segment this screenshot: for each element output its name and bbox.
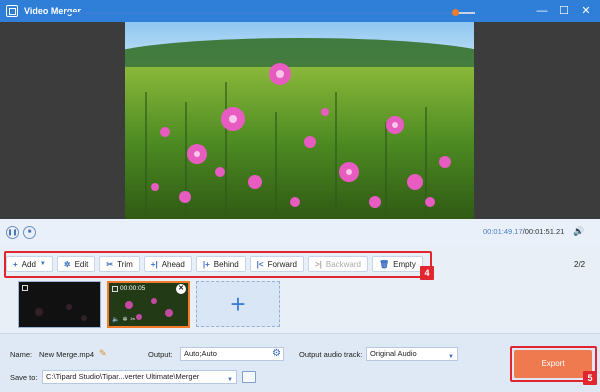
output-format-value: Auto;Auto: [184, 349, 217, 358]
progress-slider[interactable]: [65, 9, 475, 16]
output-format-field[interactable]: Auto;Auto: [180, 347, 284, 361]
window-title: Video Merger: [24, 6, 81, 16]
folder-icon[interactable]: [242, 371, 256, 383]
save-path-select[interactable]: C:\Tipard Studio\Tipar...verter Ultimate…: [42, 370, 237, 384]
flower-field-image: [125, 22, 474, 219]
total-time: /00:01:51.21: [522, 227, 565, 236]
progress-fill: [65, 12, 455, 14]
name-value: New Merge.mp4: [39, 350, 95, 359]
chevron-down-icon: ▼: [448, 354, 454, 360]
page-count: 2/2: [574, 260, 586, 269]
clip-thumbnail-selected[interactable]: 00:00:05 ✕ 🔈✲✂: [107, 281, 190, 328]
merge-app-icon: [6, 5, 18, 17]
clip-dark-preview: [35, 304, 87, 321]
current-time: 00:01:49.17: [483, 227, 523, 236]
clip-strip: 00:00:05 ✕ 🔈✲✂: [0, 278, 600, 330]
minimize-button[interactable]: —: [534, 3, 550, 19]
audio-track-label: Output audio track:: [299, 350, 363, 359]
time-display: 00:01:49.17/00:01:51.21: [483, 227, 564, 236]
pause-icon[interactable]: ❚❚: [6, 225, 19, 239]
rename-pencil-icon[interactable]: ✎: [99, 348, 107, 359]
save-to-label: Save to:: [10, 373, 38, 382]
save-path-value: C:\Tipard Studio\Tipar...verter Ultimate…: [46, 372, 200, 381]
toolbar-highlight: [4, 251, 432, 278]
remove-clip-icon[interactable]: ✕: [176, 284, 186, 294]
gear-icon[interactable]: ⚙: [272, 348, 281, 359]
clip-actions[interactable]: 🔈✲✂: [112, 316, 139, 323]
audio-track-select[interactable]: Original Audio ▼: [366, 347, 458, 361]
chevron-down-icon: ▼: [227, 377, 233, 383]
clip-thumbnail[interactable]: [18, 281, 101, 328]
maximize-button[interactable]: ☐: [556, 3, 572, 19]
name-label: Name:: [10, 350, 33, 359]
clip-info-icon: [112, 286, 118, 292]
volume-icon[interactable]: 🔊: [573, 226, 585, 237]
preview-frame: [125, 22, 474, 219]
audio-track-value: Original Audio: [370, 349, 417, 358]
stop-icon[interactable]: ■: [23, 225, 36, 239]
step-badge-5: 5: [583, 371, 597, 385]
clip-duration: 00:00:05: [120, 285, 146, 292]
title-bar: Video Merger — ☐ ✕: [0, 0, 600, 22]
output-label: Output:: [148, 350, 173, 359]
video-preview: [0, 22, 600, 219]
add-clip-button[interactable]: +: [196, 281, 280, 327]
close-button[interactable]: ✕: [578, 3, 594, 19]
progress-knob[interactable]: [451, 9, 459, 16]
